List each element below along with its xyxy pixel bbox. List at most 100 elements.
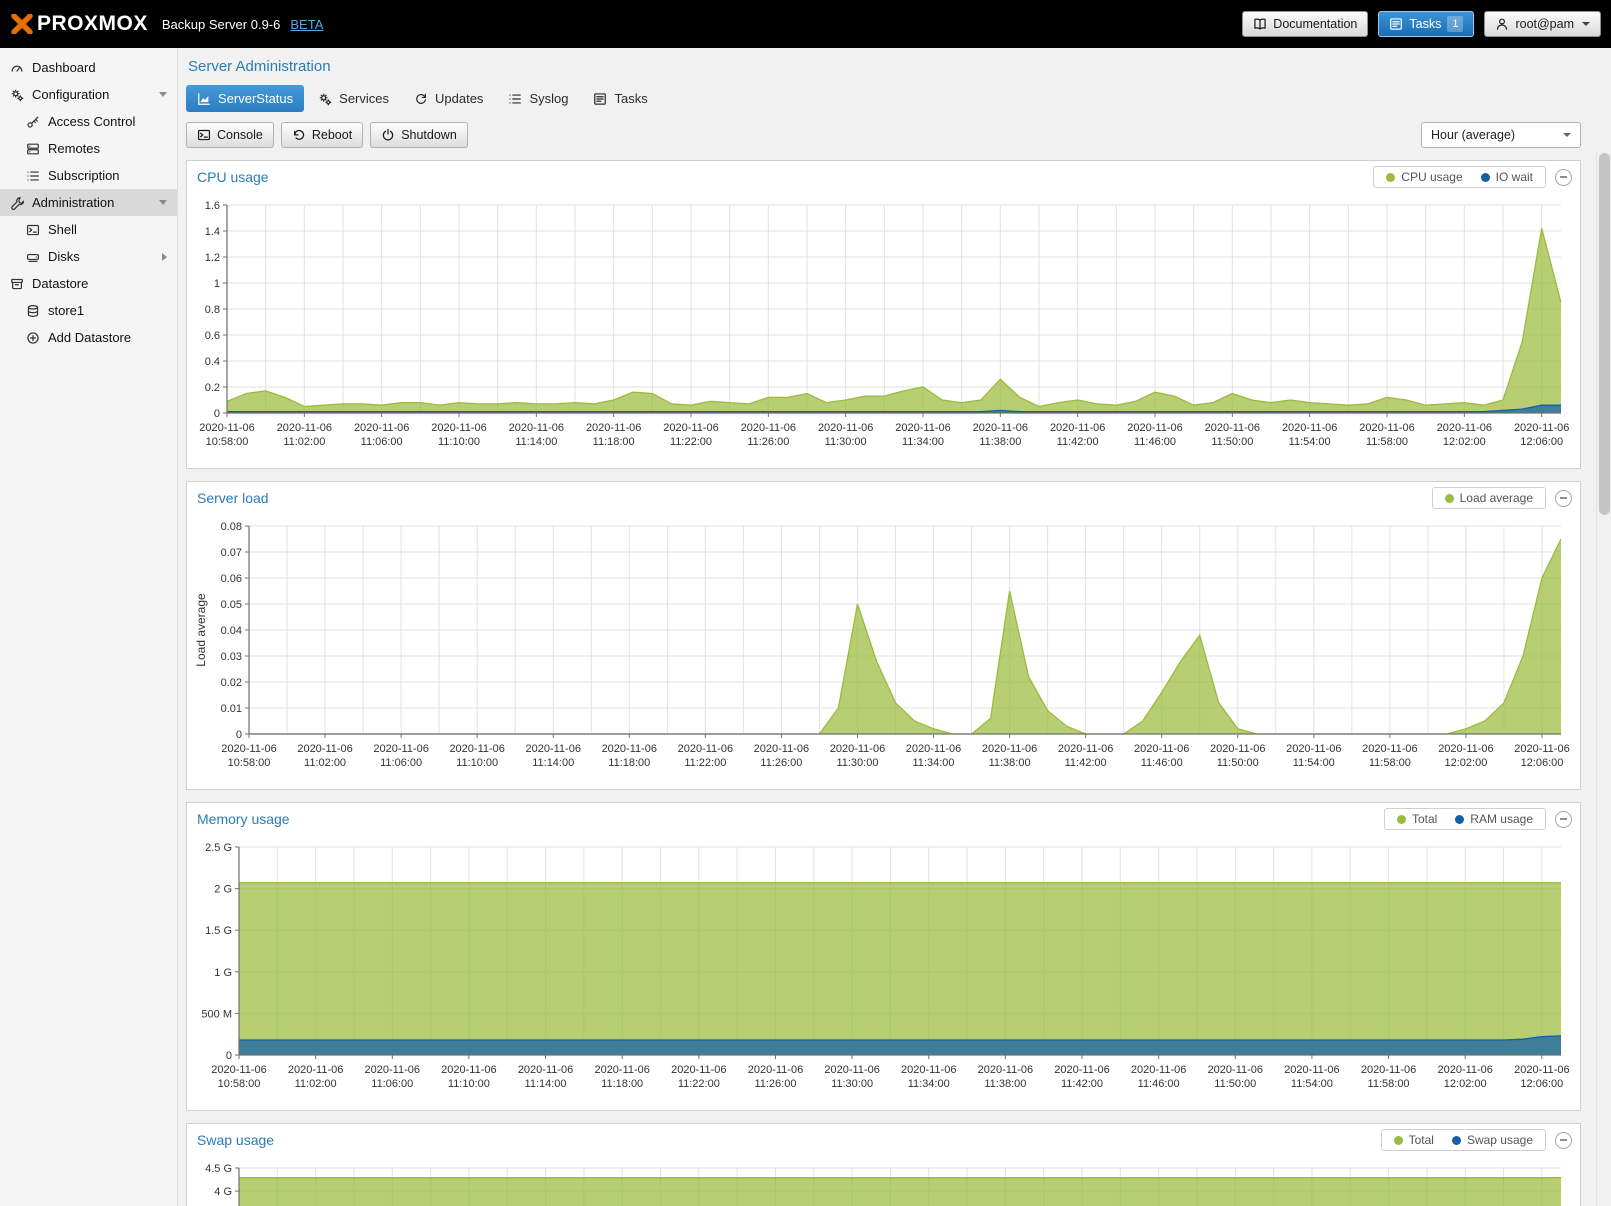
button-label: Console — [217, 128, 263, 142]
svg-text:11:34:00: 11:34:00 — [908, 1078, 950, 1090]
svg-text:1: 1 — [214, 278, 220, 290]
svg-text:1.6: 1.6 — [205, 200, 220, 212]
svg-text:2020-11-06: 2020-11-06 — [373, 743, 428, 755]
tab-updates[interactable]: Updates — [403, 85, 494, 112]
svg-text:2020-11-06: 2020-11-06 — [586, 422, 641, 434]
legend-item-io-wait[interactable]: IO wait — [1481, 170, 1533, 184]
beta-link[interactable]: BETA — [290, 17, 323, 32]
svg-text:12:06:00: 12:06:00 — [1520, 436, 1563, 448]
user-icon — [1495, 17, 1509, 31]
svg-text:2020-11-06: 2020-11-06 — [1282, 422, 1337, 434]
legend-label: Load average — [1460, 491, 1533, 505]
svg-text:2020-11-06: 2020-11-06 — [1205, 422, 1260, 434]
time-range-select[interactable]: Hour (average) — [1421, 122, 1581, 148]
sidebar-item-disks[interactable]: Disks — [0, 243, 177, 270]
svg-text:2020-11-06: 2020-11-06 — [1514, 743, 1569, 755]
collapse-panel-button[interactable] — [1555, 811, 1572, 828]
svg-text:2020-11-06: 2020-11-06 — [741, 422, 796, 434]
vertical-scrollbar[interactable] — [1596, 151, 1611, 1206]
svg-text:2020-11-06: 2020-11-06 — [906, 743, 961, 755]
svg-text:11:46:00: 11:46:00 — [1141, 757, 1183, 769]
svg-text:12:02:00: 12:02:00 — [1445, 757, 1488, 769]
svg-text:11:02:00: 11:02:00 — [283, 436, 325, 448]
sidebar-item-subscription[interactable]: Subscription — [0, 162, 177, 189]
svg-text:12:02:00: 12:02:00 — [1444, 1078, 1487, 1090]
panel-header: CPU usage CPU usage IO wait — [187, 161, 1580, 193]
sidebar-item-remotes[interactable]: Remotes — [0, 135, 177, 162]
sidebar-item-administration[interactable]: Administration — [0, 189, 177, 216]
database-icon — [26, 304, 40, 318]
svg-text:0.4: 0.4 — [205, 356, 220, 368]
collapse-panel-button[interactable] — [1555, 169, 1572, 186]
console-button[interactable]: Console — [186, 122, 274, 148]
sidebar-item-label: Subscription — [48, 168, 120, 183]
svg-text:11:38:00: 11:38:00 — [984, 1078, 1026, 1090]
panel-server-load: Server load Load average 00.010.020.030.… — [186, 481, 1581, 790]
sidebar-item-label: Remotes — [48, 141, 100, 156]
svg-text:11:22:00: 11:22:00 — [670, 436, 712, 448]
svg-text:2020-11-06: 2020-11-06 — [1054, 1064, 1109, 1076]
svg-text:11:50:00: 11:50:00 — [1214, 1078, 1256, 1090]
tasks-button[interactable]: Tasks 1 — [1378, 11, 1474, 37]
svg-text:12:02:00: 12:02:00 — [1443, 436, 1486, 448]
collapse-panel-button[interactable] — [1555, 1132, 1572, 1149]
chart-area-icon — [197, 92, 211, 106]
tab-syslog[interactable]: Syslog — [497, 85, 579, 112]
legend-label: Total — [1409, 1133, 1434, 1147]
svg-text:0.08: 0.08 — [221, 521, 242, 533]
svg-text:10:58:00: 10:58:00 — [218, 1078, 261, 1090]
sidebar-item-datastore[interactable]: Datastore — [0, 270, 177, 297]
svg-text:11:54:00: 11:54:00 — [1289, 436, 1331, 448]
legend-item-load-average[interactable]: Load average — [1445, 491, 1533, 505]
tab-serverstatus[interactable]: ServerStatus — [186, 85, 304, 112]
svg-text:2020-11-06: 2020-11-06 — [663, 422, 718, 434]
panel-cpu-usage: CPU usage CPU usageIO wait 00.20.40.60.8… — [186, 160, 1581, 469]
shutdown-button[interactable]: Shutdown — [370, 122, 468, 148]
button-label: Reboot — [312, 128, 352, 142]
svg-text:2020-11-06: 2020-11-06 — [1437, 422, 1492, 434]
svg-text:11:46:00: 11:46:00 — [1134, 436, 1176, 448]
chart-canvas: 0500 M1 G1.5 G2 G2.5 G3 G3.5 G4 G4.5 G20… — [191, 1158, 1571, 1206]
legend-item-swap-usage[interactable]: Swap usage — [1452, 1133, 1533, 1147]
archive-icon — [10, 277, 24, 291]
swap-usage-chart: 0500 M1 G1.5 G2 G2.5 G3 G3.5 G4 G4.5 G20… — [187, 1156, 1580, 1206]
legend-item-total[interactable]: Total — [1397, 812, 1437, 826]
terminal-icon — [26, 223, 40, 237]
tab-tasks[interactable]: Tasks — [582, 85, 658, 112]
list-icon — [508, 92, 522, 106]
sidebar-item-access-control[interactable]: Access Control — [0, 108, 177, 135]
plus-circle-icon — [26, 331, 40, 345]
legend-item-cpu-usage[interactable]: CPU usage — [1386, 170, 1462, 184]
legend-label: RAM usage — [1470, 812, 1533, 826]
terminal-icon — [197, 128, 211, 142]
sidebar-item-shell[interactable]: Shell — [0, 216, 177, 243]
svg-text:11:02:00: 11:02:00 — [295, 1078, 337, 1090]
legend-item-total[interactable]: Total — [1394, 1133, 1434, 1147]
user-menu-button[interactable]: root@pam — [1484, 11, 1601, 37]
legend-dot-icon — [1386, 173, 1395, 182]
legend-item-ram-usage[interactable]: RAM usage — [1455, 812, 1533, 826]
svg-text:11:26:00: 11:26:00 — [754, 1078, 796, 1090]
svg-text:0.01: 0.01 — [221, 703, 242, 715]
sidebar-item-add-datastore[interactable]: Add Datastore — [0, 324, 177, 351]
toolbar-buttons: Console Reboot Shutdown — [186, 122, 468, 148]
collapse-panel-button[interactable] — [1555, 490, 1572, 507]
tab-services[interactable]: Services — [307, 85, 400, 112]
svg-text:2020-11-06: 2020-11-06 — [602, 743, 657, 755]
documentation-button[interactable]: Documentation — [1242, 11, 1368, 37]
svg-text:2020-11-06: 2020-11-06 — [895, 422, 950, 434]
undo-icon — [292, 128, 306, 142]
svg-text:2020-11-06: 2020-11-06 — [221, 743, 276, 755]
sidebar-item-store1[interactable]: store1 — [0, 297, 177, 324]
chart-canvas: 00.010.020.030.040.050.060.070.082020-11… — [191, 516, 1571, 780]
sidebar-item-configuration[interactable]: Configuration — [0, 81, 177, 108]
sidebar-item-dashboard[interactable]: Dashboard — [0, 54, 177, 81]
panel-title: CPU usage — [197, 169, 269, 185]
panels-area: CPU usage CPU usageIO wait 00.20.40.60.8… — [186, 160, 1581, 1206]
scrollbar-thumb[interactable] — [1599, 153, 1610, 515]
tab-label: Tasks — [614, 91, 647, 106]
svg-text:2020-11-06: 2020-11-06 — [824, 1064, 879, 1076]
reboot-button[interactable]: Reboot — [281, 122, 363, 148]
svg-text:1.4: 1.4 — [205, 226, 220, 238]
legend-dot-icon — [1394, 1136, 1403, 1145]
